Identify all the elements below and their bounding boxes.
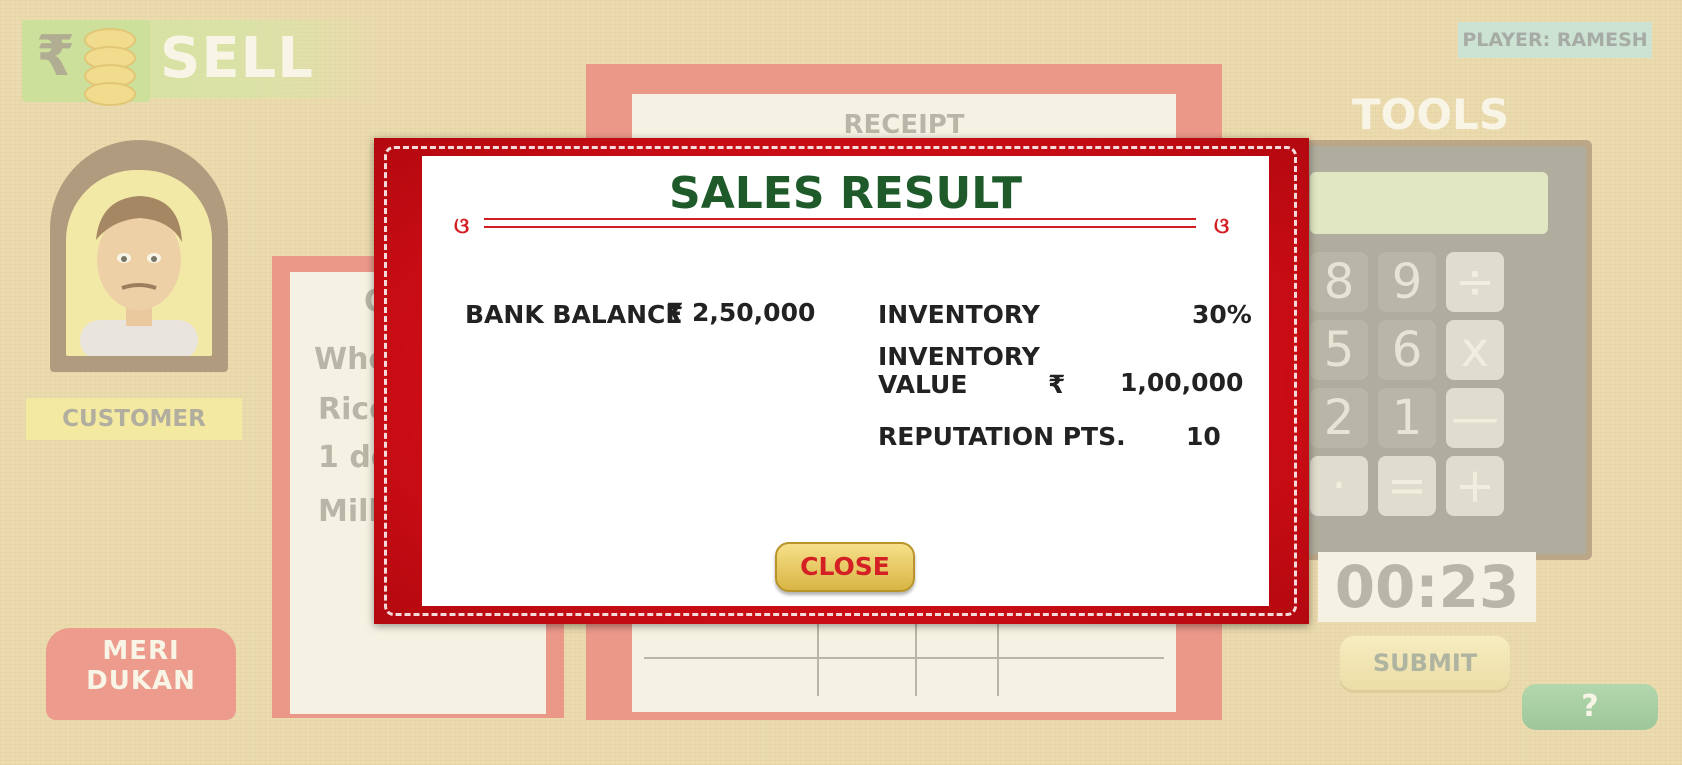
reputation-label: REPUTATION PTS. — [878, 422, 1126, 451]
inventory-value-label-line2: VALUE — [878, 370, 968, 399]
inventory-value: 30% — [1192, 300, 1252, 329]
close-button[interactable]: CLOSE — [775, 542, 915, 592]
modal-title: SALES RESULT — [669, 168, 1022, 219]
bank-balance-label: BANK BALANCE — [465, 300, 683, 329]
inventory-label: INVENTORY — [878, 300, 1040, 329]
title-divider — [484, 218, 1196, 228]
inventory-value-label-line1: INVENTORY — [878, 342, 1040, 371]
bank-balance-value: 2,50,000 — [692, 298, 816, 327]
inventory-value-amount: 1,00,000 — [1120, 368, 1244, 397]
bank-balance-rupee-icon: ₹ — [666, 298, 684, 327]
right-flourish-icon: ଓ — [1214, 214, 1230, 239]
reputation-value: 10 — [1186, 422, 1221, 451]
left-flourish-icon: ଓ — [454, 214, 470, 239]
inventory-value-rupee-icon: ₹ — [1048, 370, 1066, 399]
